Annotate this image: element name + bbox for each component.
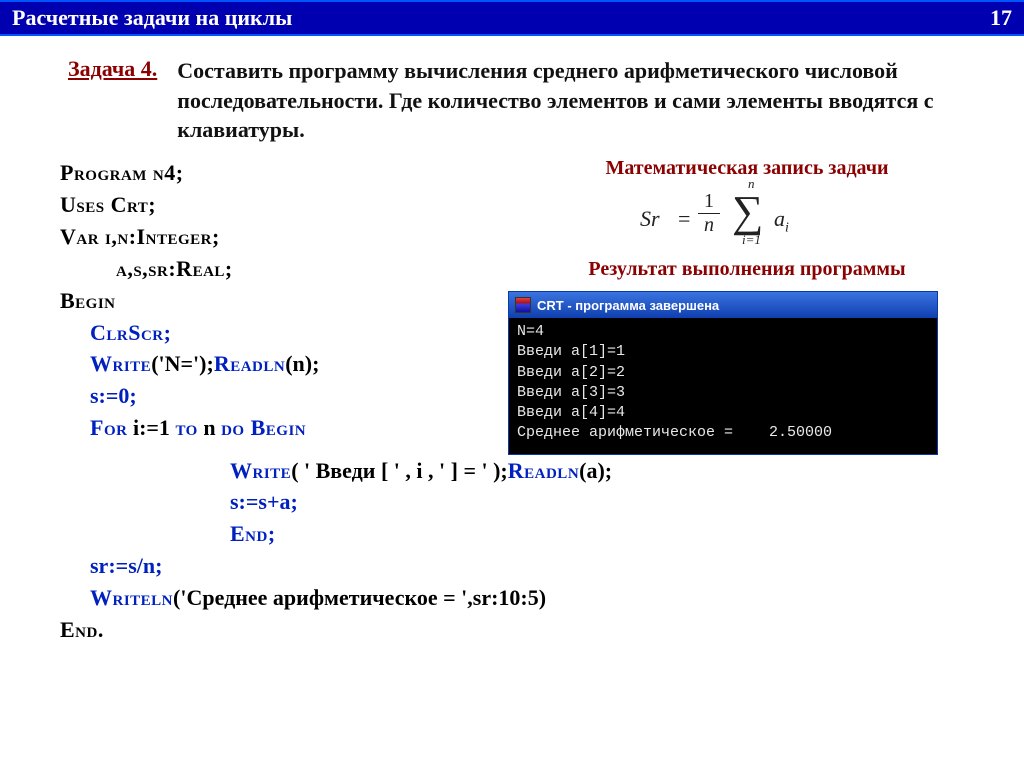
code-line: s:=0;	[60, 380, 500, 412]
code-line: Write( ' Введи [ ' , i , ' ] = ' );Readl…	[60, 455, 994, 487]
console-output: N=4 Введи a[1]=1 Введи a[2]=2 Введи a[3]…	[509, 318, 937, 454]
formula: Sr = 1 n n ∑ i=1 ai	[500, 182, 994, 252]
console-window: CRT - программа завершена N=4 Введи a[1]…	[508, 291, 938, 455]
pascal-code: Program n4; Uses Crt; Var i,n:Integer; a…	[60, 157, 500, 444]
slide-number: 17	[990, 5, 1012, 31]
code-line: Write('N=');Readln(n);	[60, 348, 500, 380]
code-line: End;	[60, 518, 994, 550]
fraction: 1 n	[698, 190, 720, 237]
app-icon	[515, 297, 531, 313]
task-label: Задача 4.	[68, 56, 157, 145]
code-line: Writeln('Среднее арифметическое = ',sr:1…	[60, 582, 994, 614]
pascal-code-lower: Write( ' Введи [ ' , i , ' ] = ' );Readl…	[60, 455, 994, 646]
slide-title: Расчетные задачи на циклы	[12, 5, 292, 31]
code-line: End.	[60, 617, 104, 642]
console-title-text: CRT - программа завершена	[537, 298, 719, 313]
code-line: Begin	[60, 288, 116, 313]
sigma-icon: ∑	[732, 186, 763, 237]
code-line: a,s,sr:Real;	[60, 253, 500, 285]
code-line: sr:=s/n;	[60, 550, 994, 582]
math-notation-label: Математическая запись задачи	[500, 157, 994, 180]
result-label: Результат выполнения программы	[500, 258, 994, 281]
slide-content: Задача 4. Составить программу вычисления…	[0, 36, 1024, 646]
code-line: Var i,n:Integer;	[60, 224, 220, 249]
code-line: ClrScr;	[60, 317, 500, 349]
code-line: Program n4;	[60, 160, 184, 185]
console-titlebar: CRT - программа завершена	[509, 292, 937, 318]
task-description: Составить программу вычисления среднего …	[177, 56, 994, 145]
code-line: For i:=1 to n do Begin	[60, 412, 500, 444]
code-line: s:=s+a;	[60, 486, 994, 518]
slide-header: Расчетные задачи на циклы 17	[0, 0, 1024, 36]
task-row: Задача 4. Составить программу вычисления…	[60, 56, 994, 145]
code-line: Uses Crt;	[60, 192, 156, 217]
